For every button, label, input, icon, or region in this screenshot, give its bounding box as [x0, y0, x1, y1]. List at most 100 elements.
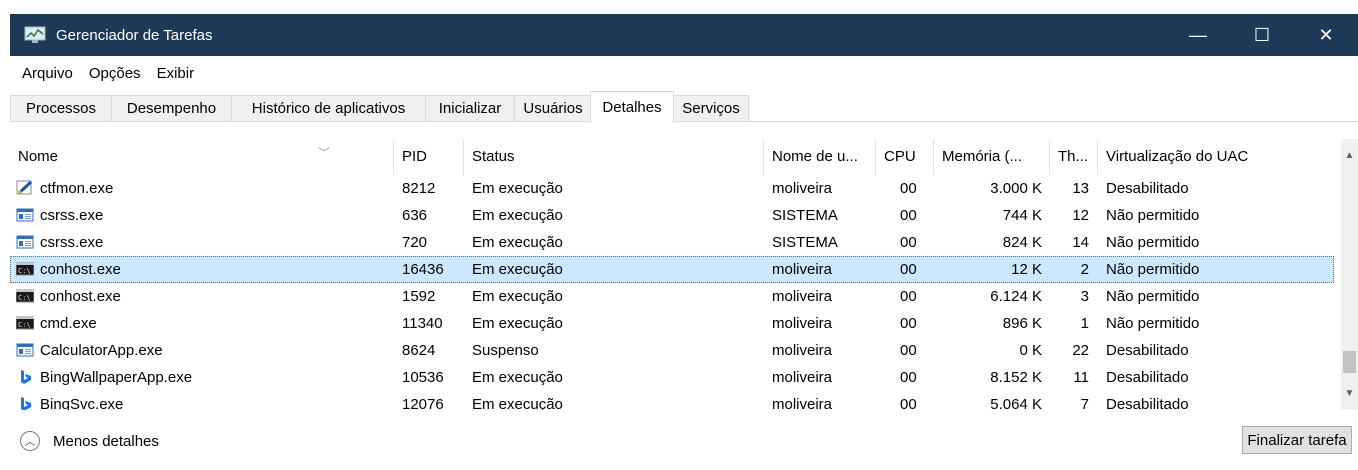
vertical-scrollbar[interactable]: ▲ ▼ — [1341, 139, 1358, 410]
table-row[interactable]: C:\ conhost.exe 16436 Em execução moliveira 0… — [10, 256, 1334, 283]
footer: ︿ Menos detalhes Finalizar tarefa — [10, 410, 1358, 470]
cell-name: conhost.exe — [40, 288, 121, 305]
column-usuario[interactable]: Nome de u... — [764, 139, 876, 175]
table-row[interactable]: C:\ cmd.exe 11340 Em execução moliveira 00 896… — [10, 310, 1334, 337]
menu-opcoes[interactable]: Opções — [89, 65, 141, 82]
scroll-thumb[interactable] — [1343, 351, 1356, 373]
tab-usuarios[interactable]: Usuários — [514, 95, 592, 121]
cell-cpu: 00 — [900, 234, 917, 251]
cell-user: moliveira — [772, 342, 833, 359]
window-title: Gerenciador de Tarefas — [56, 26, 213, 44]
svg-text:C:\: C:\ — [18, 294, 31, 302]
cell-threads: 12 — [1072, 207, 1089, 224]
cell-uac: Não permitido — [1106, 288, 1200, 305]
cell-threads: 2 — [1080, 261, 1089, 278]
cell-name: BingSvc.exe — [40, 396, 124, 410]
cell-status: Em execução — [472, 369, 563, 386]
cell-cpu: 00 — [900, 288, 917, 305]
scroll-up-icon[interactable]: ▲ — [1341, 147, 1358, 164]
cell-cpu: 00 — [900, 315, 917, 332]
close-button[interactable]: ✕ — [1294, 14, 1358, 56]
cell-cpu: 00 — [900, 261, 917, 278]
window-icon — [16, 207, 34, 223]
cell-user: SISTEMA — [772, 234, 838, 251]
cell-user: moliveira — [772, 288, 833, 305]
column-cpu[interactable]: CPU — [876, 139, 934, 175]
tab-servicos[interactable]: Serviços — [673, 95, 749, 121]
table-row[interactable]: C:\ conhost.exe 1592 Em execução moliveira 00… — [10, 283, 1334, 310]
cell-cpu: 00 — [900, 396, 917, 410]
chevron-up-icon: ︿ — [20, 431, 40, 451]
tab-detalhes[interactable]: Detalhes — [590, 91, 674, 122]
cell-status: Em execução — [472, 261, 563, 278]
maximize-button[interactable]: ☐ — [1230, 14, 1294, 56]
svg-text:C:\: C:\ — [18, 321, 31, 329]
cell-threads: 1 — [1080, 315, 1089, 332]
process-table: ﹀ Nome PID Status Nome de u... CPU Memór… — [10, 139, 1358, 410]
cell-uac: Não permitido — [1106, 234, 1200, 251]
column-threads[interactable]: Th... — [1050, 139, 1098, 175]
table-row[interactable]: BingSvc.exe 12076 Em execução moliveira 00 5.… — [10, 391, 1334, 410]
title-bar[interactable]: Gerenciador de Tarefas — ☐ ✕ — [10, 14, 1358, 56]
cell-pid: 10536 — [402, 369, 444, 386]
console-icon: C:\ — [15, 261, 35, 277]
cell-uac: Desabilitado — [1106, 342, 1189, 359]
tab-historico[interactable]: Histórico de aplicativos — [231, 95, 426, 121]
cell-uac: Não permitido — [1106, 261, 1200, 278]
bing-icon — [16, 369, 34, 385]
table-row[interactable]: BingWallpaperApp.exe 10536 Em execução moli… — [10, 364, 1334, 391]
menu-exibir[interactable]: Exibir — [157, 65, 195, 82]
cell-user: moliveira — [772, 396, 833, 410]
tab-desempenho[interactable]: Desempenho — [111, 95, 232, 121]
cell-mem: 0 K — [1019, 342, 1042, 359]
menu-bar: Arquivo Opções Exibir — [10, 58, 1358, 88]
minimize-button[interactable]: — — [1166, 14, 1230, 56]
cell-mem: 744 K — [1002, 207, 1042, 224]
cell-status: Em execução — [472, 288, 563, 305]
table-row[interactable]: csrss.exe 636 Em execução SISTEMA 00 744 K 12 N… — [10, 202, 1334, 229]
scroll-down-icon[interactable]: ▼ — [1341, 385, 1358, 402]
end-task-button[interactable]: Finalizar tarefa — [1242, 426, 1352, 454]
column-nome[interactable]: ﹀ Nome — [10, 139, 394, 175]
top-edge — [0, 0, 1358, 14]
cell-pid: 636 — [402, 207, 428, 224]
cell-user: moliveira — [772, 315, 833, 332]
cell-status: Em execução — [472, 207, 563, 224]
less-details-button[interactable]: ︿ Menos detalhes — [20, 430, 159, 452]
column-pid[interactable]: PID — [394, 139, 464, 175]
tab-processos[interactable]: Processos — [10, 95, 112, 121]
cell-mem: 12 K — [1011, 261, 1042, 278]
cell-uac: Desabilitado — [1106, 180, 1189, 197]
cell-status: Em execução — [472, 315, 563, 332]
cell-cpu: 00 — [900, 207, 917, 224]
table-row[interactable]: csrss.exe 720 Em execução SISTEMA 00 824 K 14 N… — [10, 229, 1334, 256]
table-row[interactable]: ctfmon.exe 8212 Em execução moliveira 00 3.00… — [10, 175, 1334, 202]
cell-threads: 14 — [1072, 234, 1089, 251]
cell-mem: 896 K — [1002, 315, 1042, 332]
cell-cpu: 00 — [900, 342, 917, 359]
cell-name: ctfmon.exe — [40, 180, 114, 197]
table-row[interactable]: CalculatorApp.exe 8624 Suspenso moliveira 00… — [10, 337, 1334, 364]
column-status[interactable]: Status — [464, 139, 764, 175]
cell-user: moliveira — [772, 369, 833, 386]
cell-uac: Desabilitado — [1106, 396, 1189, 410]
window-icon — [16, 234, 34, 250]
window-icon — [16, 342, 34, 358]
cell-cpu: 00 — [900, 369, 917, 386]
tab-inicializar[interactable]: Inicializar — [425, 95, 515, 121]
column-uac[interactable]: Virtualização do UAC — [1098, 139, 1338, 175]
cell-pid: 12076 — [402, 396, 444, 410]
cell-uac: Não permitido — [1106, 207, 1200, 224]
menu-arquivo[interactable]: Arquivo — [22, 65, 73, 82]
ctfmon-icon — [16, 180, 34, 196]
cell-status: Suspenso — [472, 342, 539, 359]
cell-user: moliveira — [772, 261, 833, 278]
column-memoria[interactable]: Memória (... — [934, 139, 1050, 175]
tab-strip: Processos Desempenho Histórico de aplica… — [10, 91, 1358, 122]
cell-pid: 1592 — [402, 288, 436, 305]
cell-mem: 6.124 K — [990, 288, 1042, 305]
cell-name: cmd.exe — [40, 315, 97, 332]
cell-mem: 5.064 K — [990, 396, 1042, 410]
console-icon: C:\ — [15, 288, 35, 304]
cell-cpu: 00 — [900, 180, 917, 197]
